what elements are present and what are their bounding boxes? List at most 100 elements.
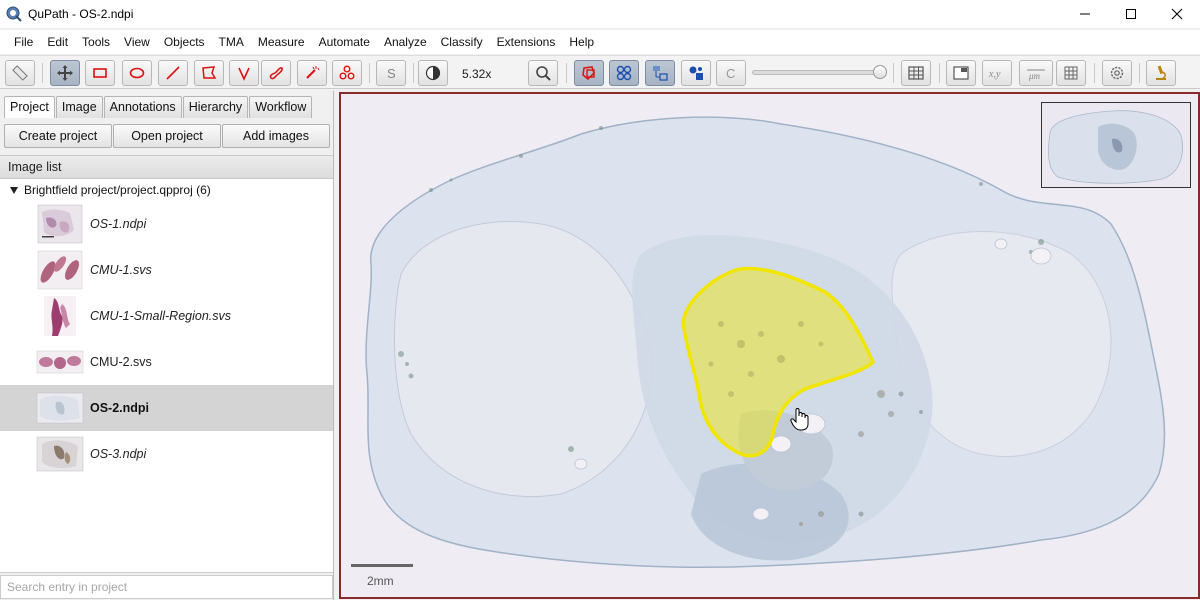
svg-text:S: S xyxy=(387,66,396,81)
create-project-button[interactable]: Create project xyxy=(4,124,112,148)
entry-label: OS-3.ndpi xyxy=(90,447,147,461)
add-images-button[interactable]: Add images xyxy=(222,124,330,148)
tab-image[interactable]: Image xyxy=(55,96,103,118)
overview-inset[interactable] xyxy=(1041,102,1191,188)
scale-bar-label: 2mm xyxy=(367,574,394,588)
list-item-os-3[interactable]: OS-3.ndpi xyxy=(0,431,333,477)
polyline-icon xyxy=(238,67,250,81)
thumbnail-cmu-1-small-region xyxy=(44,296,76,336)
show-detections-button[interactable] xyxy=(645,60,675,86)
fill-detections-button[interactable] xyxy=(681,60,711,86)
close-window-button[interactable] xyxy=(1154,0,1200,28)
polygon-icon xyxy=(202,66,217,79)
brightness-contrast-button[interactable] xyxy=(418,60,448,86)
svg-text:x,y: x,y xyxy=(988,69,1001,80)
open-project-button[interactable]: Open project xyxy=(113,124,221,148)
close-icon xyxy=(1171,8,1183,20)
line-tool-button[interactable] xyxy=(158,60,188,86)
maximize-button[interactable] xyxy=(1108,0,1154,28)
menu-view[interactable]: View xyxy=(117,30,157,54)
image-list-header: Image list xyxy=(0,155,333,179)
opacity-slider-thumb[interactable] xyxy=(873,65,887,79)
tab-workflow[interactable]: Workflow xyxy=(249,96,313,118)
gear-icon xyxy=(1110,66,1124,80)
thumbnail-cmu-2 xyxy=(36,350,84,374)
brush-tool-button[interactable] xyxy=(261,60,291,86)
menu-classify[interactable]: Classify xyxy=(434,30,490,54)
scale-bar xyxy=(351,564,413,567)
list-item-os-2[interactable]: OS-2.ndpi xyxy=(0,385,333,431)
ellipse-tool-button[interactable] xyxy=(122,60,152,86)
expand-triangle-icon[interactable] xyxy=(10,186,18,194)
entry-label: CMU-1-Small-Region.svs xyxy=(90,309,231,323)
wand-tool-button[interactable] xyxy=(297,60,327,86)
opacity-slider-track[interactable] xyxy=(752,70,882,75)
microscope-icon xyxy=(1156,65,1166,80)
cell-boundaries-icon: C xyxy=(726,66,735,81)
show-annotations-button[interactable] xyxy=(574,60,604,86)
measurement-table-icon xyxy=(908,66,924,80)
scalebar-icon: μm xyxy=(1027,69,1045,81)
measure-ruler-button[interactable] xyxy=(5,60,35,86)
cell-boundaries-button[interactable]: C xyxy=(716,60,746,86)
tab-annotations[interactable]: Annotations xyxy=(103,96,182,118)
menu-file[interactable]: File xyxy=(0,30,40,54)
overview-button[interactable] xyxy=(946,60,976,86)
project-panel: Project Image Annotations Hierarchy Work… xyxy=(0,91,334,600)
thumbnail-os-1 xyxy=(37,204,83,244)
menu-analyze[interactable]: Analyze xyxy=(377,30,434,54)
panel-tabs: Project Image Annotations Hierarchy Work… xyxy=(4,96,313,118)
move-tool-button[interactable] xyxy=(50,60,80,86)
maximize-icon xyxy=(1126,9,1136,19)
menu-objects[interactable]: Objects xyxy=(157,30,212,54)
menu-help[interactable]: Help xyxy=(562,30,601,54)
zoom-to-fit-button[interactable] xyxy=(528,60,558,86)
title-bar: QuPath - OS-2.ndpi xyxy=(0,0,1200,28)
menu-tma[interactable]: TMA xyxy=(212,30,251,54)
preferences-button[interactable] xyxy=(1102,60,1132,86)
menu-automate[interactable]: Automate xyxy=(312,30,377,54)
thumbnail-cmu-1 xyxy=(37,250,83,290)
show-detections-icon xyxy=(653,66,668,81)
rectangle-icon xyxy=(93,68,107,78)
project-root-item[interactable]: Brightfield project/project.qpproj (6) xyxy=(10,183,211,197)
list-item-cmu-1[interactable]: CMU-1.svs xyxy=(0,247,333,293)
list-item-cmu-2[interactable]: CMU-2.svs xyxy=(0,339,333,385)
menu-edit[interactable]: Edit xyxy=(40,30,75,54)
measurement-table-button[interactable] xyxy=(901,60,931,86)
minimize-button[interactable] xyxy=(1062,0,1108,28)
menu-bar: File Edit Tools View Objects TMA Measure… xyxy=(0,30,1200,54)
entry-label: OS-2.ndpi xyxy=(90,401,150,415)
menu-extensions[interactable]: Extensions xyxy=(490,30,563,54)
entry-label: CMU-2.svs xyxy=(90,355,152,369)
points-tool-button[interactable] xyxy=(332,60,362,86)
search-entry-input[interactable] xyxy=(0,575,333,599)
tab-hierarchy[interactable]: Hierarchy xyxy=(182,96,249,118)
show-tma-button[interactable] xyxy=(609,60,639,86)
menu-tools[interactable]: Tools xyxy=(75,30,117,54)
thumbnail-os-2 xyxy=(36,392,84,424)
image-viewer[interactable]: 2mm xyxy=(339,92,1200,599)
window-title: QuPath - OS-2.ndpi xyxy=(28,7,134,21)
menu-measure[interactable]: Measure xyxy=(251,30,312,54)
log-button[interactable] xyxy=(1146,60,1176,86)
list-item-cmu-1-small-region[interactable]: CMU-1-Small-Region.svs xyxy=(0,293,333,339)
project-buttons: Create project Open project Add images xyxy=(4,124,331,148)
line-icon xyxy=(166,66,180,80)
rectangle-tool-button[interactable] xyxy=(85,60,115,86)
cursor-location-button[interactable]: x,y xyxy=(982,60,1012,86)
project-root-label: Brightfield project/project.qpproj (6) xyxy=(24,183,211,197)
move-icon xyxy=(57,65,73,81)
polygon-tool-button[interactable] xyxy=(194,60,224,86)
tab-project[interactable]: Project xyxy=(4,96,55,118)
toolbar: S 5.32x C x,y μm xyxy=(0,55,1200,89)
grid-button[interactable] xyxy=(1056,60,1086,86)
scalebar-button[interactable]: μm xyxy=(1019,60,1053,86)
polyline-tool-button[interactable] xyxy=(229,60,259,86)
list-item-os-1[interactable]: OS-1.ndpi xyxy=(0,201,333,247)
svg-text:C: C xyxy=(726,66,735,81)
points-icon xyxy=(339,65,355,80)
image-list-tree[interactable]: Brightfield project/project.qpproj (6) O… xyxy=(0,179,333,573)
selection-mode-button[interactable]: S xyxy=(376,60,406,86)
entry-label: OS-1.ndpi xyxy=(90,217,147,231)
